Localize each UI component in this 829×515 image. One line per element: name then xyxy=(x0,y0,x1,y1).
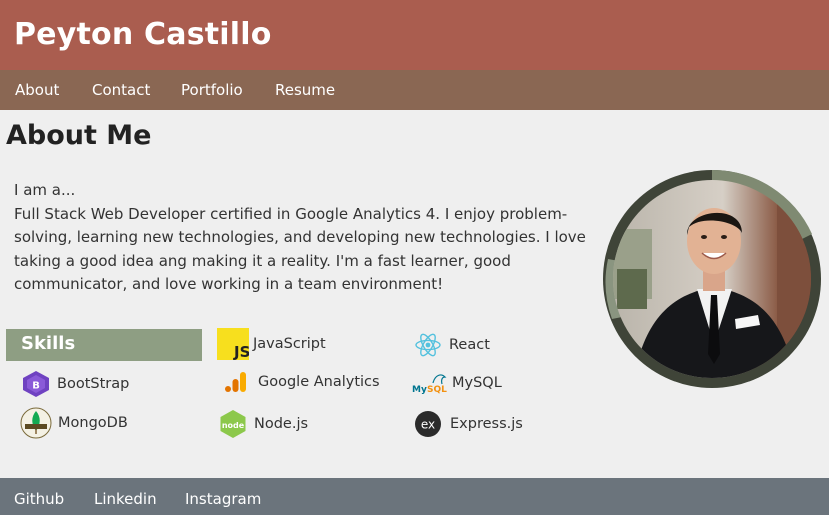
skill-javascript: JS JavaScript xyxy=(217,328,326,360)
nav-resume[interactable]: Resume xyxy=(275,81,335,99)
nav-about[interactable]: About xyxy=(15,81,59,99)
intro-body: Full Stack Web Developer certified in Go… xyxy=(14,204,586,294)
skill-label: Node.js xyxy=(254,416,309,432)
google-analytics-icon xyxy=(221,367,251,397)
skill-label: MongoDB xyxy=(58,415,128,431)
intro-lead: I am a... xyxy=(14,181,76,199)
skill-expressjs: ex Express.js xyxy=(413,409,523,439)
nav-portfolio[interactable]: Portfolio xyxy=(181,81,243,99)
svg-text:ex: ex xyxy=(421,418,435,432)
mongodb-icon xyxy=(20,407,52,439)
skill-label: Express.js xyxy=(450,416,523,432)
svg-text:My: My xyxy=(412,385,427,395)
skill-nodejs: node Node.js xyxy=(218,409,308,439)
site-title: Peyton Castillo xyxy=(14,17,272,52)
skill-label: React xyxy=(449,337,490,353)
site-header: Peyton Castillo xyxy=(0,0,829,70)
skill-mysql: My SQL MySQL xyxy=(411,368,502,398)
skill-google-analytics: Google Analytics xyxy=(221,367,380,397)
svg-text:JS: JS xyxy=(233,343,249,360)
nodejs-icon: node xyxy=(218,409,248,439)
footer-link-linkedin[interactable]: Linkedin xyxy=(94,490,157,508)
intro-text: I am a... Full Stack Web Developer certi… xyxy=(14,179,604,297)
javascript-icon: JS xyxy=(217,328,249,360)
skill-mongodb: MongoDB xyxy=(20,407,128,439)
profile-photo xyxy=(602,169,822,389)
nav-contact[interactable]: Contact xyxy=(92,81,150,99)
expressjs-icon: ex xyxy=(413,409,443,439)
footer-link-github[interactable]: Github xyxy=(14,490,64,508)
skill-label: JavaScript xyxy=(253,336,326,352)
svg-text:B: B xyxy=(32,381,40,392)
bootstrap-icon: B xyxy=(21,369,51,399)
skill-label: Google Analytics xyxy=(258,374,380,390)
section-title: About Me xyxy=(6,120,152,151)
svg-text:SQL: SQL xyxy=(427,385,447,395)
skill-label: MySQL xyxy=(452,375,502,391)
skill-react: React xyxy=(413,330,490,360)
mysql-icon: My SQL xyxy=(411,368,449,398)
main-nav: About Contact Portfolio Resume xyxy=(0,70,829,110)
react-icon xyxy=(413,330,443,360)
footer-link-instagram[interactable]: Instagram xyxy=(185,490,261,508)
skill-bootstrap: B BootStrap xyxy=(21,369,129,399)
skills-heading: Skills xyxy=(6,329,202,361)
site-footer: Github Linkedin Instagram xyxy=(0,478,829,515)
skill-label: BootStrap xyxy=(57,376,130,392)
svg-text:node: node xyxy=(222,421,245,430)
